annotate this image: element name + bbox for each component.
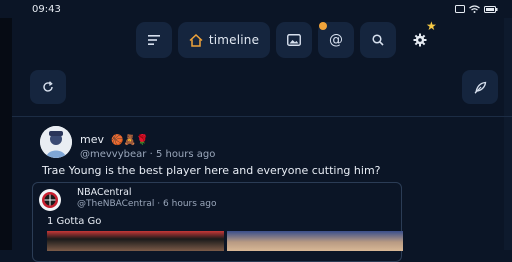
image-icon <box>287 34 301 46</box>
media-image-2[interactable] <box>226 231 403 251</box>
post-text: Trae Young is the best player here and e… <box>42 164 381 177</box>
timeline-divider <box>12 116 512 117</box>
quoted-media[interactable] <box>47 231 403 251</box>
nba-logo-icon <box>42 192 58 208</box>
mention-label: @ <box>329 32 343 48</box>
avatar-image <box>40 126 72 158</box>
post-meta: @mevvybear · 5 hours ago <box>80 149 215 160</box>
status-bar: 09:43 <box>0 0 512 18</box>
status-time: 09:43 <box>32 3 61 15</box>
gallery-button[interactable] <box>276 22 312 58</box>
gear-icon <box>413 33 427 47</box>
notification-dot <box>319 22 327 30</box>
refresh-icon <box>43 81 53 92</box>
author-name[interactable]: mev <box>80 133 104 146</box>
quoted-avatar[interactable] <box>39 189 61 211</box>
battery-icon <box>484 5 498 13</box>
menu-icon <box>148 35 160 45</box>
quoted-meta: @TheNBACentral · 6 hours ago <box>77 199 217 209</box>
author-handle[interactable]: @mevvybear <box>80 149 146 160</box>
home-icon <box>189 33 203 47</box>
quoted-time: 6 hours ago <box>163 199 217 209</box>
refresh-button[interactable] <box>30 70 66 104</box>
quoted-post[interactable]: NBACentral @TheNBACentral · 6 hours ago … <box>32 182 403 262</box>
status-icons <box>455 5 498 13</box>
avatar[interactable] <box>40 126 72 158</box>
search-button[interactable] <box>360 22 396 58</box>
compose-button[interactable] <box>462 70 498 104</box>
top-toolbar: timeline @ ★ <box>0 19 512 58</box>
timeline-button[interactable]: timeline <box>178 22 270 58</box>
star-icon: ★ <box>426 19 437 33</box>
quoted-header: NBACentral @TheNBACentral · 6 hours ago <box>77 187 217 209</box>
quoted-handle[interactable]: @TheNBACentral <box>77 199 154 209</box>
menu-button[interactable] <box>136 22 172 58</box>
timeline-label: timeline <box>208 33 260 47</box>
quoted-text: 1 Gotta Go <box>47 216 102 227</box>
sim-icon <box>455 5 465 13</box>
quoted-name[interactable]: NBACentral <box>77 187 217 198</box>
media-image-1[interactable] <box>47 231 224 251</box>
post-header: mev 🏀🧸🌹 @mevvybear · 5 hours ago <box>80 128 215 160</box>
post-time: 5 hours ago <box>155 149 216 160</box>
feather-icon <box>474 81 486 94</box>
wifi-icon <box>469 5 480 13</box>
search-icon <box>372 34 384 46</box>
author-emojis: 🏀🧸🌹 <box>111 135 149 146</box>
